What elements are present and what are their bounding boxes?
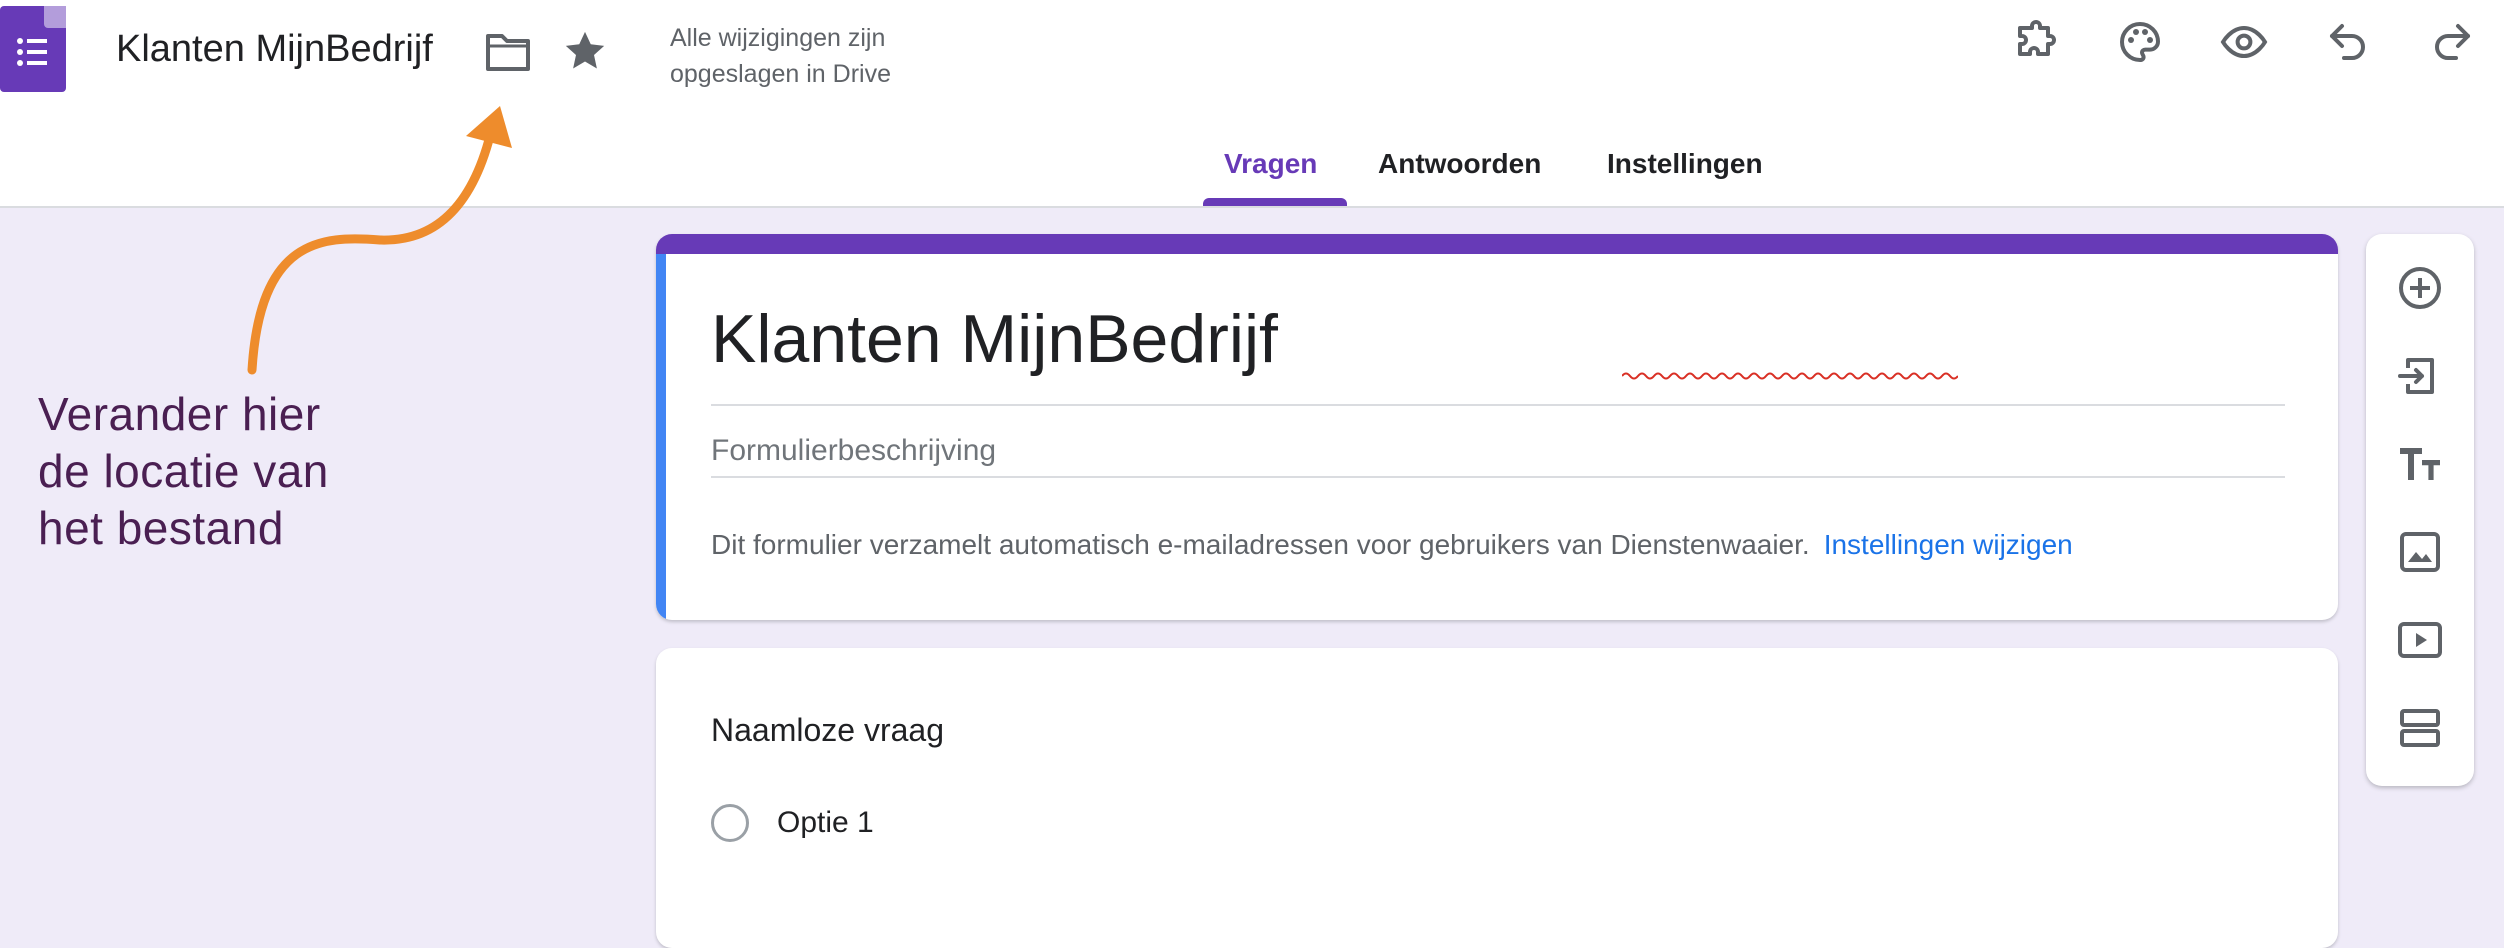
section-icon[interactable] (2396, 704, 2444, 752)
image-icon[interactable] (2396, 528, 2444, 576)
question-card[interactable]: Naamloze vraag Optie 1 (656, 648, 2338, 948)
email-collection-text: Dit formulier verzamelt automatisch e-ma… (711, 529, 1810, 560)
undo-icon[interactable] (2324, 18, 2372, 66)
add-circle-icon[interactable] (2396, 264, 2444, 312)
text-title-icon[interactable] (2396, 440, 2444, 488)
star-icon[interactable] (562, 28, 608, 74)
tab-instellingen[interactable]: Instellingen (1607, 148, 1763, 180)
annotation-line1: Verander hier (38, 388, 321, 440)
tab-antwoorden[interactable]: Antwoorden (1378, 148, 1541, 180)
title-divider (711, 404, 2285, 406)
card-accent-bar (656, 234, 2338, 254)
annotation-arrow (247, 106, 512, 375)
import-icon[interactable] (2396, 352, 2444, 400)
palette-icon[interactable] (2116, 18, 2164, 66)
redo-icon[interactable] (2428, 18, 2476, 66)
form-description-input[interactable]: Formulierbeschrijving (711, 434, 996, 468)
annotation-line2: de locatie van (38, 445, 329, 497)
annotation-text: Verander hier de locatie van het bestand (38, 386, 329, 557)
google-forms-icon[interactable] (0, 6, 66, 92)
radio-button[interactable] (711, 804, 749, 842)
active-tab-indicator (1203, 198, 1347, 206)
floating-toolbar (2366, 234, 2474, 786)
eye-icon[interactable] (2220, 18, 2268, 66)
save-status: Alle wijzigingen zijn opgeslagen in Driv… (670, 20, 891, 92)
save-status-line2: opgeslagen in Drive (670, 60, 891, 88)
form-title-input[interactable]: Klanten MijnBedrijf (711, 300, 1278, 378)
card-focus-bar (656, 254, 666, 620)
change-settings-link[interactable]: Instellingen wijzigen (1824, 529, 2073, 560)
puzzle-icon[interactable] (2012, 18, 2060, 66)
question-title[interactable]: Naamloze vraag (711, 712, 944, 749)
form-title-card[interactable]: Klanten MijnBedrijf Formulierbeschrijvin… (656, 234, 2338, 620)
email-collection-note: Dit formulier verzamelt automatisch e-ma… (711, 529, 2073, 561)
video-icon[interactable] (2396, 616, 2444, 664)
option-label[interactable]: Optie 1 (777, 806, 874, 840)
tab-vragen[interactable]: Vragen (1224, 148, 1317, 180)
annotation-line3: het bestand (38, 502, 284, 554)
description-divider (711, 476, 2285, 478)
document-title[interactable]: Klanten MijnBedrijf (116, 28, 433, 71)
folder-icon[interactable] (484, 30, 532, 74)
spellcheck-underline (1622, 372, 1958, 380)
save-status-line1: Alle wijzigingen zijn (670, 24, 886, 52)
